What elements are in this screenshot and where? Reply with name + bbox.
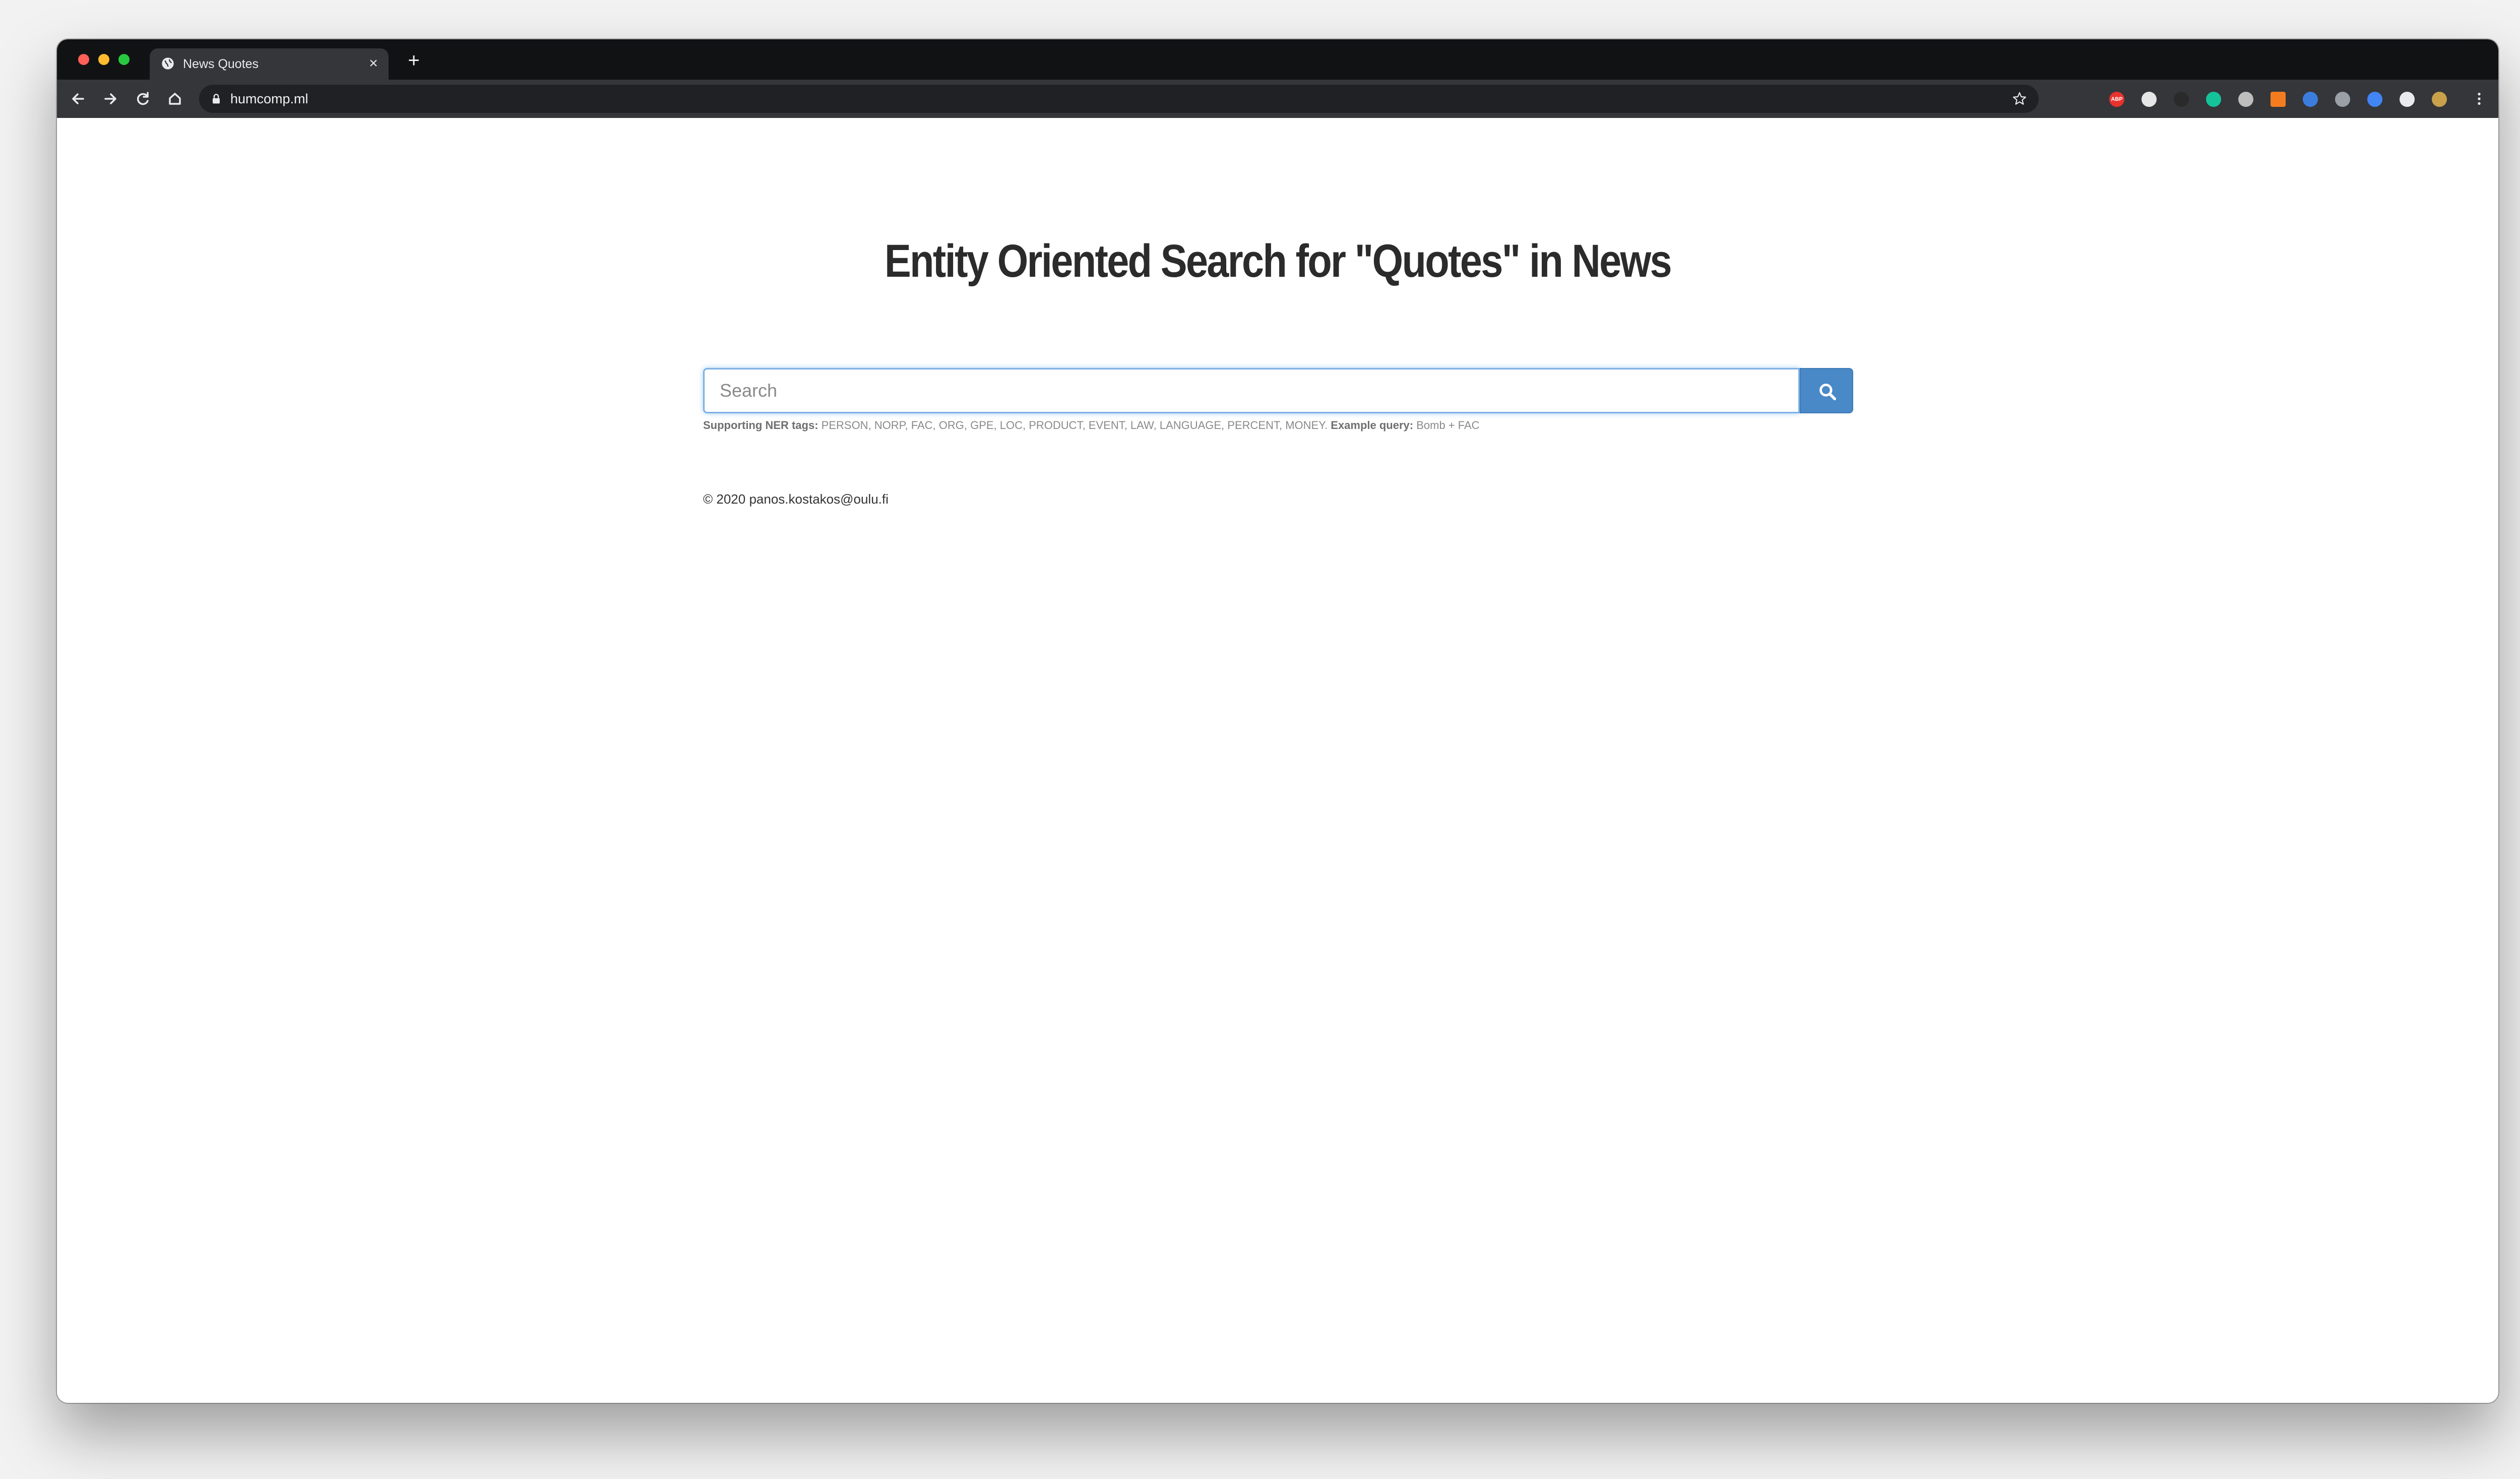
google-translate-icon[interactable] xyxy=(2367,92,2382,107)
address-url: humcomp.ml xyxy=(230,91,308,106)
extension-orange-icon[interactable] xyxy=(2271,92,2286,107)
adblock-plus-icon[interactable]: ABP xyxy=(2109,92,2124,107)
arrow-right-icon xyxy=(104,93,116,104)
browser-window: News Quotes × + humcomp.ml ABP Entity Or… xyxy=(57,39,2498,1403)
example-query: Bomb + FAC xyxy=(1413,419,1480,432)
address-bar[interactable]: humcomp.ml xyxy=(199,85,2039,113)
forward-button[interactable] xyxy=(98,87,122,111)
ner-tags-label: Supporting NER tags: xyxy=(703,419,818,432)
new-tab-button[interactable]: + xyxy=(404,50,424,71)
extension-dark-icon[interactable] xyxy=(2174,92,2189,107)
extensions-puzzle-icon[interactable] xyxy=(2400,92,2415,107)
extension-grey-circle-icon[interactable] xyxy=(2238,92,2253,107)
tab-news-quotes[interactable]: News Quotes × xyxy=(150,48,389,80)
reload-icon xyxy=(137,92,149,105)
browser-toolbar: humcomp.ml ABP xyxy=(57,80,2498,118)
web-page: Entity Oriented Search for "Quotes" in N… xyxy=(57,118,2498,1403)
search-button[interactable] xyxy=(1800,368,1853,413)
maximize-window-button[interactable] xyxy=(118,54,130,65)
example-query-label: Example query: xyxy=(1331,419,1414,432)
grammarly-icon[interactable] xyxy=(2206,92,2221,107)
browser-menu-icon[interactable] xyxy=(2471,91,2487,107)
extension-white-circle-icon[interactable] xyxy=(2141,92,2157,107)
back-button[interactable] xyxy=(66,87,90,111)
arrow-left-icon xyxy=(72,93,84,104)
home-button[interactable] xyxy=(163,87,187,111)
tab-strip: News Quotes × + xyxy=(57,39,2498,80)
tab-title: News Quotes xyxy=(183,57,259,71)
close-window-button[interactable] xyxy=(78,54,89,65)
search-form xyxy=(703,368,1853,413)
globe-icon xyxy=(162,57,174,70)
search-icon xyxy=(1819,384,1837,401)
ner-tags-list: PERSON, NORP, FAC, ORG, GPE, LOC, PRODUC… xyxy=(818,419,1331,432)
reload-button[interactable] xyxy=(131,87,155,111)
profile-avatar-icon[interactable] xyxy=(2432,92,2447,107)
minimize-window-button[interactable] xyxy=(98,54,109,65)
home-icon xyxy=(169,93,181,105)
close-tab-icon[interactable]: × xyxy=(365,55,382,72)
star-icon[interactable] xyxy=(2011,91,2028,107)
extension-people-icon[interactable] xyxy=(2335,92,2350,107)
footer-copyright: © 2020 panos.kostakos@oulu.fi xyxy=(703,491,889,507)
page-title: Entity Oriented Search for "Quotes" in N… xyxy=(884,235,1672,287)
search-input[interactable] xyxy=(703,368,1800,413)
extension-blue-hat-icon[interactable] xyxy=(2303,92,2318,107)
search-help-text: Supporting NER tags: PERSON, NORP, FAC, … xyxy=(703,418,1480,433)
lock-icon xyxy=(213,94,220,104)
